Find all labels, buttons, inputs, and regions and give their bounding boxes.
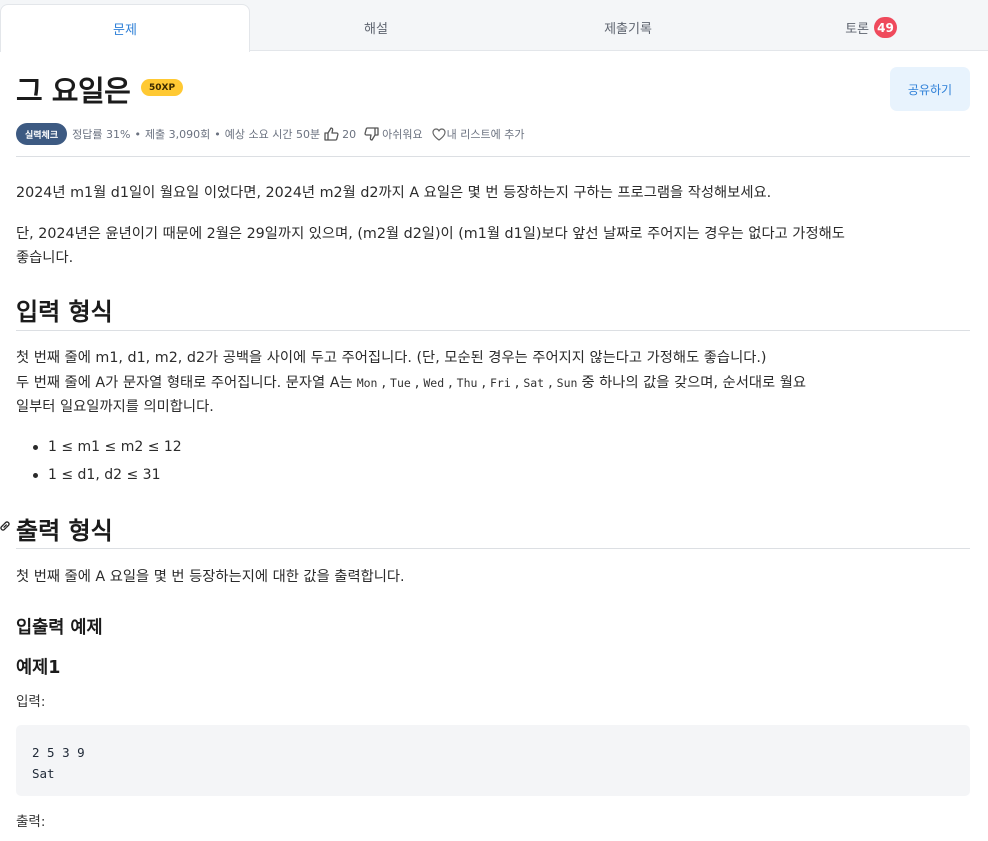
description-paragraph-2-cont: 좋습니다.: [16, 250, 74, 266]
output-format-line-1: 첫 번째 줄에 A 요일을 몇 번 등장하는지에 대한 값을 출력합니다.: [16, 569, 405, 585]
dislike-label[interactable]: 아쉬워요: [382, 126, 422, 142]
tab-discussion-label: 토론: [845, 22, 870, 37]
skill-check-badge: 실력체크: [16, 123, 68, 145]
meta-separator: •: [214, 127, 221, 141]
constraints-list: 1 ≤ m1 ≤ m2 ≤ 12 1 ≤ d1, d2 ≤ 31: [16, 433, 182, 489]
examples-heading: 입출력 예제: [16, 618, 103, 638]
heart-icon[interactable]: [432, 127, 446, 141]
section-divider: [16, 548, 970, 549]
list-item: 1 ≤ m1 ≤ m2 ≤ 12: [16, 433, 182, 461]
share-button[interactable]: 공유하기: [890, 67, 970, 111]
tab-discussion[interactable]: 토론 49: [754, 4, 988, 51]
thumbs-up-icon[interactable]: [324, 127, 339, 141]
input-format-line-3: 일부터 일요일까지를 의미합니다.: [16, 399, 214, 415]
submission-count: 제출 3,090회: [144, 128, 211, 141]
problem-title: 그 요일은: [16, 74, 131, 108]
discussion-count-badge: 49: [874, 17, 897, 38]
tab-submissions[interactable]: 제출기록: [502, 4, 754, 51]
tab-submissions-label: 제출기록: [604, 22, 652, 37]
day-code: Sat: [523, 376, 545, 390]
thumbs-down-icon[interactable]: [364, 127, 379, 141]
example-input-code: 2 5 3 9 Sat: [16, 725, 970, 796]
day-code: Tue: [390, 376, 411, 390]
day-code: Sun: [556, 376, 578, 390]
example-input-label: 입력:: [16, 694, 46, 710]
day-code: Wed: [423, 376, 445, 390]
add-to-list-link[interactable]: 내 리스트에 추가: [447, 126, 525, 142]
link-icon[interactable]: [0, 518, 12, 537]
section-divider: [16, 330, 970, 331]
input-format-line-2-prefix: 두 번째 줄에 A가 문자열 형태로 주어집니다. 문자열 A는: [16, 375, 353, 391]
input-format-line-2: 두 번째 줄에 A가 문자열 형태로 주어집니다. 문자열 A는 Mon, Tue,…: [16, 375, 807, 391]
input-format-line-2-suffix: 중 하나의 값을 갖으며, 순서대로 월요: [581, 375, 807, 391]
day-code: Fri: [490, 376, 511, 390]
problem-tabs: 문제 해설 제출기록 토론 49: [0, 0, 988, 52]
description-paragraph-1: 2024년 m1월 d1일이 월요일 이었다면, 2024년 m2월 d2까지 …: [16, 185, 772, 201]
xp-badge: 50XP: [141, 79, 184, 96]
day-code: Thu: [456, 376, 478, 390]
example-output-label: 출력:: [16, 814, 46, 830]
output-format-heading: 출력 형식: [16, 517, 113, 545]
like-count: 20: [342, 127, 357, 141]
list-item: 1 ≤ d1, d2 ≤ 31: [16, 461, 182, 489]
input-format-heading: 입력 형식: [16, 298, 113, 326]
tab-problem-label: 문제: [113, 23, 137, 38]
header-divider: [16, 156, 970, 157]
tab-problem[interactable]: 문제: [0, 4, 250, 52]
example-1-title: 예제1: [16, 658, 61, 678]
description-paragraph-2: 단, 2024년은 윤년이기 때문에 2월은 29일까지 있으며, (m2월 d…: [16, 226, 845, 242]
meta-separator: •: [134, 127, 141, 141]
expected-time: 예상 소요 시간 50분: [224, 128, 321, 141]
accuracy-rate: 정답률 31%: [72, 128, 131, 141]
tab-solution[interactable]: 해설: [250, 4, 502, 51]
input-format-line-1: 첫 번째 줄에 m1, d1, m2, d2가 공백을 사이에 두고 주어집니다…: [16, 350, 767, 366]
tab-solution-label: 해설: [364, 22, 388, 37]
day-code: Mon: [356, 376, 378, 390]
problem-meta: 실력체크 정답률 31% • 제출 3,090회 • 예상 소요 시간 50분 …: [16, 123, 524, 145]
